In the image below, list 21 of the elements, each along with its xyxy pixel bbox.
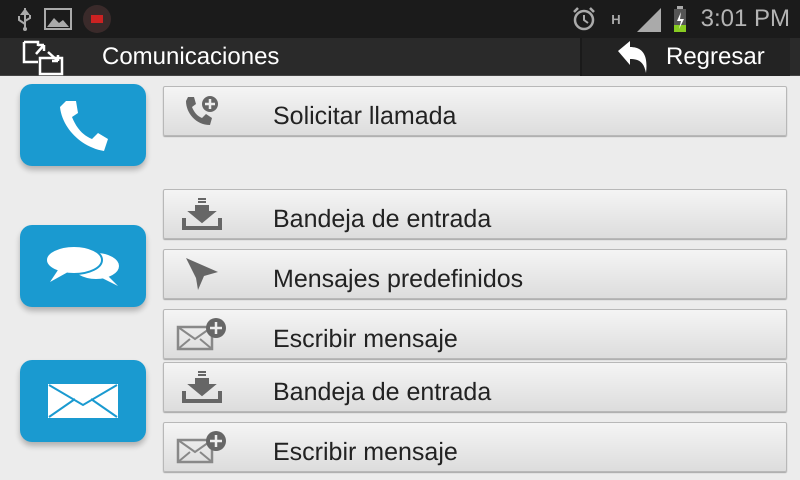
speech-bubbles-icon	[44, 244, 122, 288]
envelope-plus-icon	[176, 430, 228, 464]
envelope-icon	[48, 384, 118, 418]
signal-icon	[634, 6, 663, 32]
battery-icon	[672, 6, 687, 32]
clock: 3:01 PM	[700, 5, 790, 33]
menu-button[interactable]: Bandeja de entrada	[163, 189, 787, 239]
menu-button[interactable]: Solicitar llamada	[163, 86, 787, 136]
phone-icon	[58, 99, 108, 151]
app-icon	[82, 4, 112, 34]
back-button[interactable]: Regresar	[580, 38, 790, 76]
menu-button[interactable]: Escribir mensaje	[163, 309, 787, 359]
menu-button[interactable]: Escribir mensaje	[163, 422, 787, 472]
menu-button[interactable]: Bandeja de entrada	[163, 362, 787, 412]
menu-button[interactable]: Mensajes predefinidos	[163, 249, 787, 299]
screen-title: Comunicaciones	[102, 42, 280, 70]
network-type: H	[611, 12, 621, 26]
envelope-plus-icon	[176, 317, 228, 351]
image-icon	[44, 7, 72, 31]
usb-icon	[16, 6, 34, 32]
alarm-icon	[571, 6, 598, 32]
